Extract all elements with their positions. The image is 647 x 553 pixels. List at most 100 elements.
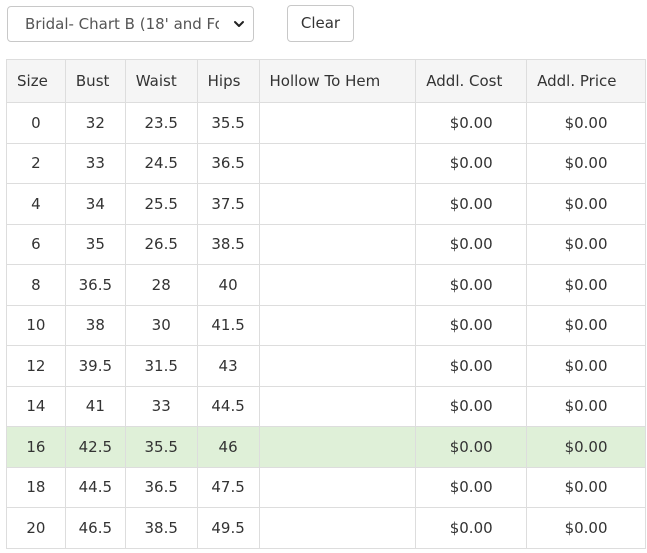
cell-hollow-to-hem bbox=[258, 345, 417, 387]
header-hips: Hips bbox=[196, 59, 260, 103]
header-waist: Waist bbox=[124, 59, 198, 103]
cell-addl-cost: $0.00 bbox=[415, 345, 528, 387]
cell-bust: 36.5 bbox=[64, 264, 126, 306]
table-row: 2 33 24.5 36.5 $0.00 $0.00 bbox=[6, 142, 646, 184]
cell-hollow-to-hem bbox=[258, 264, 417, 306]
cell-size: 10 bbox=[6, 304, 66, 346]
cell-size: 12 bbox=[6, 345, 66, 387]
table-row: 14 41 33 44.5 $0.00 $0.00 bbox=[6, 385, 646, 427]
cell-addl-price: $0.00 bbox=[526, 507, 646, 549]
cell-bust: 46.5 bbox=[64, 507, 126, 549]
table-row: 8 36.5 28 40 $0.00 $0.00 bbox=[6, 264, 646, 306]
header-size: Size bbox=[6, 59, 66, 103]
cell-addl-cost: $0.00 bbox=[415, 264, 528, 306]
cell-addl-cost: $0.00 bbox=[415, 426, 528, 468]
cell-hollow-to-hem bbox=[258, 183, 417, 225]
cell-hollow-to-hem bbox=[258, 426, 417, 468]
cell-addl-price: $0.00 bbox=[526, 183, 646, 225]
table-row: 6 35 26.5 38.5 $0.00 $0.00 bbox=[6, 223, 646, 265]
cell-waist: 36.5 bbox=[124, 466, 198, 508]
cell-addl-cost: $0.00 bbox=[415, 183, 528, 225]
cell-addl-cost: $0.00 bbox=[415, 385, 528, 427]
cell-addl-cost: $0.00 bbox=[415, 223, 528, 265]
cell-waist: 38.5 bbox=[124, 507, 198, 549]
cell-waist: 24.5 bbox=[124, 142, 198, 184]
chevron-down-icon bbox=[234, 21, 244, 27]
cell-bust: 32 bbox=[64, 102, 126, 144]
cell-addl-cost: $0.00 bbox=[415, 102, 528, 144]
cell-size: 2 bbox=[6, 142, 66, 184]
size-chart-select[interactable]: Bridal- Chart B (18' and For bbox=[7, 6, 254, 42]
cell-hips: 35.5 bbox=[196, 102, 260, 144]
cell-hips: 46 bbox=[196, 426, 260, 468]
cell-hips: 37.5 bbox=[196, 183, 260, 225]
cell-hips: 36.5 bbox=[196, 142, 260, 184]
cell-size: 14 bbox=[6, 385, 66, 427]
cell-bust: 39.5 bbox=[64, 345, 126, 387]
cell-size: 8 bbox=[6, 264, 66, 306]
cell-bust: 44.5 bbox=[64, 466, 126, 508]
size-chart-select-value: Bridal- Chart B (18' and For bbox=[25, 15, 219, 33]
cell-size: 4 bbox=[6, 183, 66, 225]
cell-hips: 41.5 bbox=[196, 304, 260, 346]
header-addl-price: Addl. Price bbox=[526, 59, 646, 103]
header-addl-cost: Addl. Cost bbox=[415, 59, 528, 103]
cell-hips: 49.5 bbox=[196, 507, 260, 549]
cell-addl-price: $0.00 bbox=[526, 304, 646, 346]
cell-bust: 35 bbox=[64, 223, 126, 265]
cell-waist: 33 bbox=[124, 385, 198, 427]
cell-hips: 47.5 bbox=[196, 466, 260, 508]
cell-addl-price: $0.00 bbox=[526, 385, 646, 427]
cell-waist: 23.5 bbox=[124, 102, 198, 144]
cell-addl-price: $0.00 bbox=[526, 345, 646, 387]
cell-waist: 31.5 bbox=[124, 345, 198, 387]
size-chart-table: Size Bust Waist Hips Hollow To Hem Addl.… bbox=[6, 59, 646, 549]
cell-bust: 33 bbox=[64, 142, 126, 184]
cell-waist: 35.5 bbox=[124, 426, 198, 468]
cell-hollow-to-hem bbox=[258, 102, 417, 144]
cell-hollow-to-hem bbox=[258, 466, 417, 508]
cell-addl-cost: $0.00 bbox=[415, 142, 528, 184]
cell-addl-price: $0.00 bbox=[526, 466, 646, 508]
cell-size: 18 bbox=[6, 466, 66, 508]
table-row: 18 44.5 36.5 47.5 $0.00 $0.00 bbox=[6, 466, 646, 508]
cell-bust: 41 bbox=[64, 385, 126, 427]
cell-hollow-to-hem bbox=[258, 385, 417, 427]
cell-addl-cost: $0.00 bbox=[415, 304, 528, 346]
cell-hips: 43 bbox=[196, 345, 260, 387]
cell-hips: 38.5 bbox=[196, 223, 260, 265]
cell-waist: 26.5 bbox=[124, 223, 198, 265]
cell-size: 6 bbox=[6, 223, 66, 265]
cell-addl-price: $0.00 bbox=[526, 223, 646, 265]
cell-waist: 30 bbox=[124, 304, 198, 346]
table-row: 16 42.5 35.5 46 $0.00 $0.00 bbox=[6, 426, 646, 468]
table-header-row: Size Bust Waist Hips Hollow To Hem Addl.… bbox=[6, 59, 646, 103]
table-row: 12 39.5 31.5 43 $0.00 $0.00 bbox=[6, 345, 646, 387]
cell-waist: 28 bbox=[124, 264, 198, 306]
cell-addl-cost: $0.00 bbox=[415, 466, 528, 508]
table-row: 10 38 30 41.5 $0.00 $0.00 bbox=[6, 304, 646, 346]
cell-addl-price: $0.00 bbox=[526, 102, 646, 144]
header-bust: Bust bbox=[64, 59, 126, 103]
cell-size: 16 bbox=[6, 426, 66, 468]
cell-addl-cost: $0.00 bbox=[415, 507, 528, 549]
cell-size: 0 bbox=[6, 102, 66, 144]
cell-waist: 25.5 bbox=[124, 183, 198, 225]
cell-hollow-to-hem bbox=[258, 507, 417, 549]
cell-hips: 44.5 bbox=[196, 385, 260, 427]
cell-hollow-to-hem bbox=[258, 223, 417, 265]
cell-hips: 40 bbox=[196, 264, 260, 306]
cell-bust: 34 bbox=[64, 183, 126, 225]
cell-bust: 38 bbox=[64, 304, 126, 346]
cell-addl-price: $0.00 bbox=[526, 426, 646, 468]
header-hollow-to-hem: Hollow To Hem bbox=[258, 59, 417, 103]
cell-addl-price: $0.00 bbox=[526, 142, 646, 184]
cell-bust: 42.5 bbox=[64, 426, 126, 468]
cell-hollow-to-hem bbox=[258, 304, 417, 346]
table-row: 0 32 23.5 35.5 $0.00 $0.00 bbox=[6, 102, 646, 144]
cell-size: 20 bbox=[6, 507, 66, 549]
cell-addl-price: $0.00 bbox=[526, 264, 646, 306]
table-row: 4 34 25.5 37.5 $0.00 $0.00 bbox=[6, 183, 646, 225]
cell-hollow-to-hem bbox=[258, 142, 417, 184]
clear-button[interactable]: Clear bbox=[287, 5, 354, 42]
